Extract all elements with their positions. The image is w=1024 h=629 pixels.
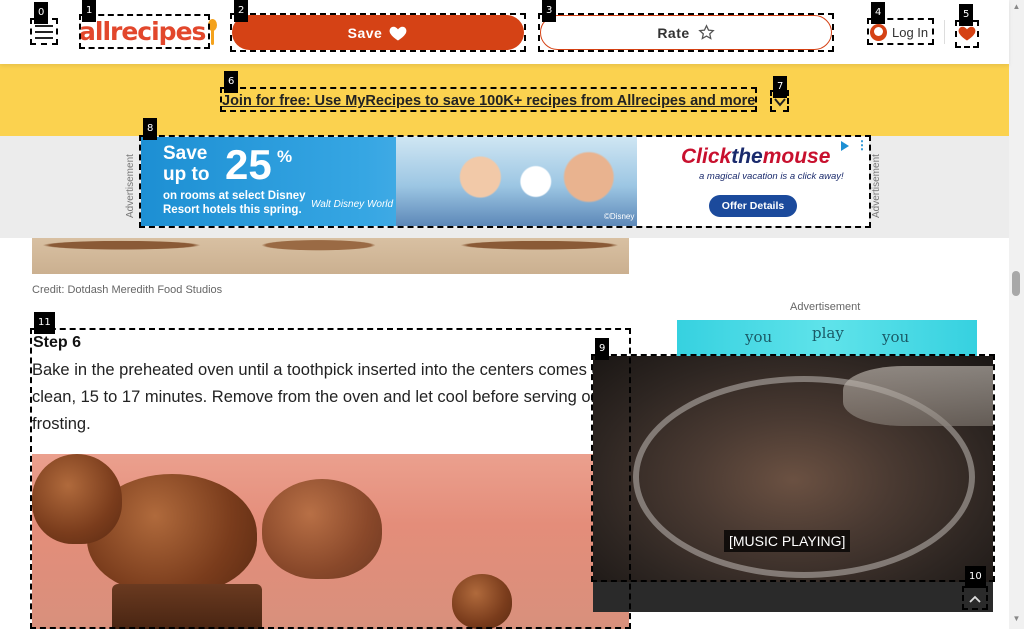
rail-ad-word: you	[882, 328, 910, 346]
ad-percent-sign: %	[277, 147, 293, 166]
annotation-tag: 8	[143, 118, 158, 140]
rate-label: Rate	[657, 24, 690, 41]
frosting-3	[262, 479, 382, 579]
photo-credit: Credit: Dotdash Meredith Food Studios	[32, 284, 223, 296]
scroll-up-arrow-icon[interactable]: ▲	[1011, 2, 1022, 12]
ad-brand-a: Click	[681, 145, 732, 168]
logo-wordmark: allrecipes	[79, 17, 206, 46]
ad-side-label-left: Advertisement	[125, 154, 136, 219]
rail-ad-label: Advertisement	[790, 301, 861, 313]
annotation-tag: 0	[34, 2, 49, 24]
ad-right-panel: Clickthemouse a magical vacation is a cl…	[637, 137, 869, 226]
scroll-thumb[interactable]	[1012, 271, 1020, 296]
ad-brand-c: mouse	[762, 145, 831, 168]
video-control-bar	[593, 582, 993, 612]
annotation-tag: 7	[773, 76, 788, 98]
ad-more-icon[interactable]: ⋮	[856, 138, 868, 152]
disney-ad-banner[interactable]: Save up to 25 % on rooms at select Disne…	[141, 137, 869, 226]
annotation-tag: 1	[82, 0, 97, 22]
allrecipes-logo[interactable]: allrecipes	[79, 14, 217, 49]
annotation-tag: 3	[542, 0, 557, 22]
rail-ad[interactable]: you play you	[677, 320, 977, 360]
page-scrollbar[interactable]	[1009, 0, 1024, 629]
ad-subtext: on rooms at select Disney Resort hotels …	[163, 190, 306, 216]
ad-percent: 25	[225, 141, 272, 188]
annotation-tag: 4	[871, 2, 886, 24]
ad-tagline: a magical vacation is a click away!	[699, 171, 844, 182]
ad-brand: Walt Disney World	[311, 199, 394, 210]
header-divider	[944, 20, 945, 44]
cupcake-liner-1	[112, 584, 262, 629]
video-caption: [MUSIC PLAYING]	[724, 530, 851, 552]
ad-left-panel: Save up to 25 % on rooms at select Disne…	[141, 137, 637, 226]
clickthemouse-logo: Clickthemouse	[681, 145, 830, 169]
ad-headline: Save up to	[163, 143, 210, 185]
user-icon	[870, 23, 887, 41]
ad-fine-print: ©Disney	[604, 212, 635, 221]
recipe-step-image-top	[32, 238, 629, 274]
annotation-tag: 2	[234, 0, 249, 22]
save-button[interactable]: Save	[232, 15, 524, 50]
annotation-tag: 9	[595, 338, 610, 360]
rail-ad-word: you	[745, 328, 773, 346]
ad-side-label-right: Advertisement	[871, 154, 882, 219]
collapse-chevron-up-icon[interactable]	[963, 588, 987, 610]
heart-icon	[389, 26, 407, 40]
annotation-tag: 10	[965, 566, 986, 588]
ad-brand-b: the	[731, 145, 763, 168]
offer-details-button[interactable]: Offer Details	[709, 195, 797, 217]
ad-photo	[396, 137, 637, 226]
adchoices-icon[interactable]	[839, 140, 851, 152]
save-label: Save	[347, 24, 383, 41]
frosting-2	[32, 454, 122, 544]
myrecipes-join-link[interactable]: Join for free: Use MyRecipes to save 100…	[222, 90, 756, 112]
rail-ad-word: play	[812, 324, 844, 342]
cupcake-photo	[32, 454, 629, 629]
annotation-tag: 11	[34, 312, 55, 334]
step-title: Step 6	[33, 334, 82, 351]
floating-video-player[interactable]	[593, 356, 993, 612]
annotation-tag: 6	[224, 71, 239, 93]
frosting-4	[452, 574, 512, 629]
rate-button[interactable]: Rate	[540, 15, 832, 50]
login-label: Log In	[892, 24, 929, 40]
step-text: Bake in the preheated oven until a tooth…	[32, 361, 615, 433]
star-icon	[697, 24, 715, 40]
spoon-icon	[207, 17, 217, 47]
annotation-tag: 5	[959, 4, 974, 26]
scroll-down-arrow-icon[interactable]: ▼	[1011, 614, 1022, 624]
site-header: allrecipes Save Rate Log In	[0, 0, 1009, 64]
